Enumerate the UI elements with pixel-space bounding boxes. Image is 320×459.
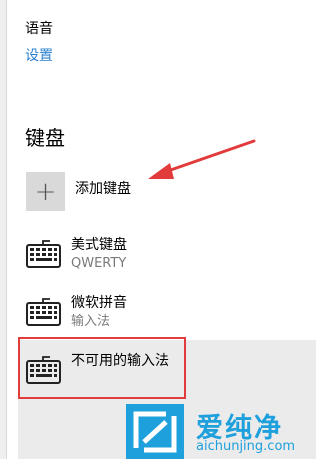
watermark-url: aichunjing.com [196,439,296,454]
keyboard-item-us[interactable]: 美式键盘 QWERTY [26,236,127,280]
window-left-edge [0,0,7,459]
logo-mark [126,404,184,459]
keyboard-heading: 键盘 [25,126,65,150]
annotation-highlight-box [18,337,186,399]
keyboard-layout: 输入法 [71,314,111,329]
add-keyboard-label: 添加键盘 [75,181,131,197]
annotation-arrow [148,139,256,179]
plus-icon: + [26,172,65,211]
watermark-logo: 爱纯净 aichunjing.com [126,404,316,459]
keyboard-item-ms-pinyin[interactable]: 微软拼音 输入法 [26,294,127,338]
keyboard-name: 微软拼音 [71,295,127,311]
settings-link[interactable]: 设置 [25,45,53,65]
keyboard-layout: QWERTY [71,256,127,271]
keyboard-icon [26,240,61,268]
keyboard-name: 美式键盘 [71,237,127,253]
logo-mark-icon [133,411,177,453]
keyboard-icon [26,298,61,326]
speech-label: 语音 [25,21,53,37]
